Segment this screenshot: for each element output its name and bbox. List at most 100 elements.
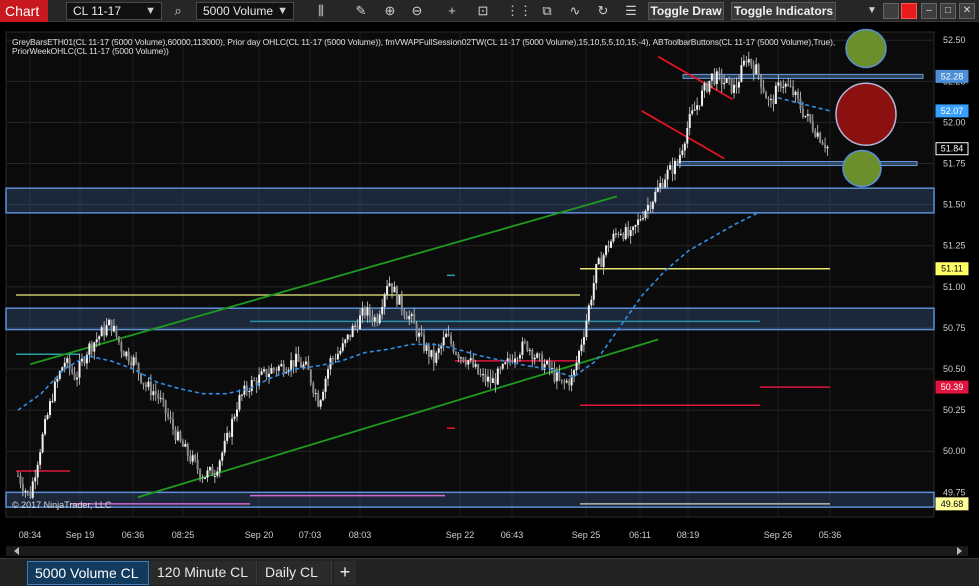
zoom-in-icon[interactable]: ⊕ — [380, 2, 400, 20]
candle-body — [154, 391, 157, 394]
candle-body — [661, 183, 664, 188]
candle-body — [400, 295, 403, 311]
crosshair-icon[interactable]: + — [442, 2, 462, 20]
candle-body — [423, 334, 425, 351]
candle-body — [683, 143, 686, 151]
price-chart[interactable]: 52.5052.2552.0051.7551.5051.2551.0050.75… — [0, 22, 979, 558]
candle-body — [275, 369, 278, 371]
candle-body — [575, 362, 578, 371]
candle-body — [176, 431, 179, 441]
instrument-selector[interactable]: CL 11-17 ▼ — [66, 2, 162, 20]
candle-body — [307, 361, 310, 370]
candle-body — [71, 368, 74, 373]
candle-body — [144, 384, 147, 387]
candle-body — [204, 477, 207, 479]
candle-body — [378, 314, 381, 324]
bars-type-selector[interactable]: 5000 Volume ▼ — [196, 2, 294, 20]
candle-body — [430, 349, 433, 357]
candle-body — [427, 345, 430, 357]
minimize-icon[interactable]: – — [921, 3, 937, 19]
candle-body — [555, 372, 558, 382]
candle-body — [174, 429, 177, 441]
add-tab-button[interactable]: + — [334, 561, 356, 585]
candle-body — [499, 368, 502, 370]
candle-body — [678, 155, 681, 164]
candle-body — [666, 169, 669, 180]
candle-body — [747, 59, 750, 63]
candle-body — [531, 350, 534, 360]
candle-body — [371, 316, 374, 322]
price-marker-label: 51.11 — [941, 264, 963, 274]
toggle-draw-button[interactable]: Toggle Draw — [648, 2, 724, 20]
candle-body — [723, 82, 726, 85]
chart-toolbar: Chart CL 11-17 ▼ ⌕ 5000 Volume ▼ ⫼ ✎ ⊕ ⊖… — [0, 0, 979, 22]
magnifier-icon[interactable]: ⌕ — [168, 2, 188, 20]
candle-body — [66, 358, 69, 363]
candle-body — [76, 377, 79, 380]
candle-body — [295, 353, 298, 367]
candle-body — [639, 219, 642, 221]
candle-body — [270, 368, 273, 374]
candle-body — [696, 105, 699, 110]
candle-body — [459, 357, 462, 359]
candle-body — [354, 325, 357, 327]
candle-body — [600, 258, 603, 268]
candle-body — [122, 351, 125, 357]
candle-body — [314, 393, 317, 395]
candle-body — [797, 91, 800, 99]
candle-body — [304, 361, 307, 365]
bar-style-icon[interactable]: ⫼ — [311, 2, 331, 20]
candle-body — [755, 64, 758, 75]
chart-window-tab[interactable]: Chart — [0, 0, 48, 22]
candle-body — [762, 87, 765, 93]
price-marker-label: 52.28 — [941, 71, 964, 81]
pencil-icon[interactable]: ✎ — [351, 2, 371, 20]
zoom-out-icon[interactable]: ⊖ — [407, 2, 427, 20]
toggle-indicators-button[interactable]: Toggle Indicators — [731, 2, 836, 20]
candle-body — [595, 264, 598, 284]
refresh-icon[interactable]: ↻ — [593, 2, 613, 20]
close-icon[interactable]: ✕ — [959, 3, 975, 19]
chevron-down-icon: ▼ — [145, 5, 156, 17]
candle-body — [607, 245, 610, 248]
indicators-icon[interactable]: ⋮⋮ — [506, 2, 532, 20]
candle-body — [560, 379, 563, 382]
y-tick-label: 50.75 — [943, 323, 966, 333]
candle-body — [117, 336, 120, 343]
candle-body — [395, 286, 398, 305]
tab-120-minute[interactable]: 120 Minute CL — [150, 561, 257, 585]
chevron-down-icon[interactable]: ▼ — [862, 2, 882, 20]
candle-body — [437, 348, 440, 353]
tab-daily[interactable]: Daily CL — [258, 561, 332, 585]
candle-body — [223, 440, 226, 453]
candle-body — [457, 354, 460, 359]
candle-body — [580, 344, 583, 352]
candle-body — [186, 443, 189, 456]
candle-body — [767, 98, 770, 100]
candle-body — [484, 374, 487, 382]
y-tick-label: 50.00 — [943, 446, 966, 456]
candle-body — [297, 353, 300, 362]
data-box-icon[interactable]: ⊡ — [473, 2, 493, 20]
candle-body — [787, 83, 790, 86]
candle-body — [565, 380, 568, 383]
strategies-icon[interactable]: ⧉ — [537, 2, 557, 20]
window-menu-icon[interactable] — [883, 3, 899, 19]
candle-body — [415, 323, 418, 337]
candle-body — [730, 78, 733, 93]
candle-body — [88, 343, 91, 355]
candle-body — [34, 477, 37, 482]
candle-body — [632, 226, 635, 231]
x-tick-label: Sep 19 — [66, 530, 95, 540]
candle-body — [231, 418, 234, 437]
tab-5000-volume[interactable]: 5000 Volume CL — [27, 561, 149, 585]
candle-body — [341, 343, 344, 351]
drawing-tools-icon[interactable]: ∿ — [565, 2, 585, 20]
alert-indicator[interactable] — [901, 3, 917, 19]
properties-icon[interactable]: ☰ — [621, 2, 641, 20]
chart-scrollbar[interactable] — [6, 546, 968, 556]
candle-body — [693, 109, 696, 111]
candle-body — [108, 319, 111, 326]
maximize-icon[interactable]: □ — [940, 3, 956, 19]
candle-body — [115, 325, 118, 337]
